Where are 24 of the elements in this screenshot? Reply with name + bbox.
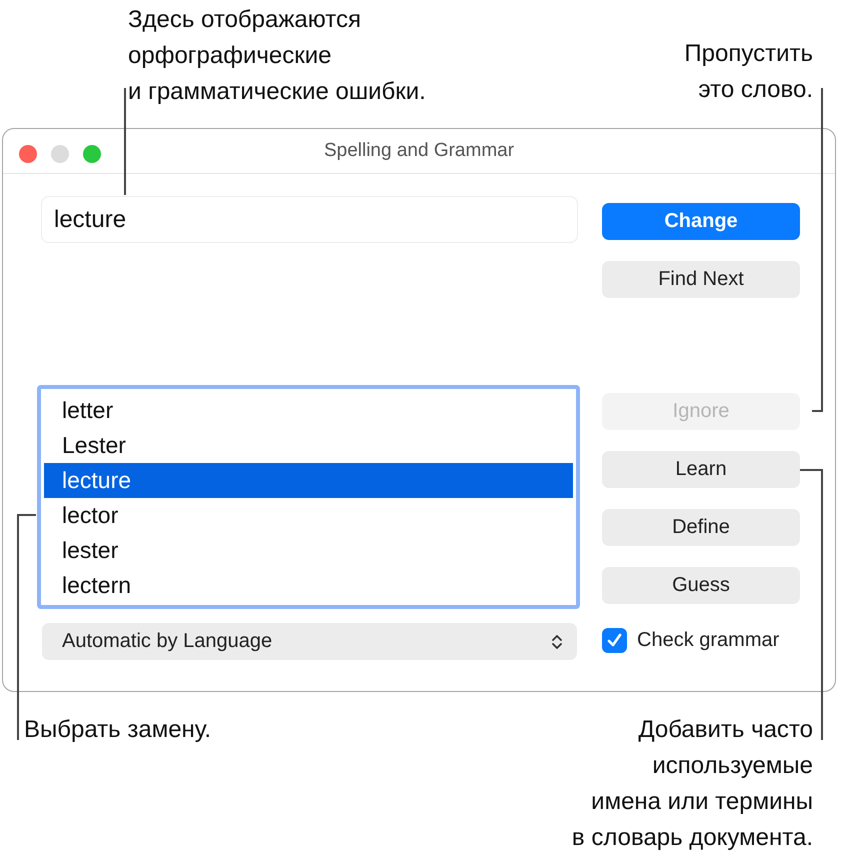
suggestion-item[interactable]: lecture xyxy=(44,463,573,498)
close-icon[interactable] xyxy=(19,145,37,163)
action-button[interactable]: Change xyxy=(602,203,800,240)
zoom-icon[interactable] xyxy=(83,145,101,163)
word-field[interactable]: lecture xyxy=(41,196,578,243)
callout-text: Пропустить это слово. xyxy=(684,39,813,105)
action-button[interactable]: Learn xyxy=(602,451,800,488)
grammar-checkbox[interactable] xyxy=(602,628,627,653)
language-popup[interactable]: Automatic by Language xyxy=(42,623,577,660)
action-button[interactable]: Guess xyxy=(602,567,800,604)
window-title: Spelling and Grammar xyxy=(324,140,514,162)
action-button[interactable]: Define xyxy=(602,509,800,546)
suggestion-item[interactable]: letter xyxy=(44,393,573,428)
callout-text: Добавить часто используемые имена или термины в словарь документа. xyxy=(572,715,813,853)
suggestion-item[interactable]: Lester xyxy=(44,428,573,463)
checkmark-icon xyxy=(606,632,623,649)
checkbox-label: Check grammar xyxy=(637,629,780,652)
callout-text: Выбрать замену. xyxy=(24,715,212,745)
action-button[interactable]: Find Next xyxy=(602,261,800,298)
suggestion-item[interactable]: lector xyxy=(44,498,573,533)
callout-text: Здесь отображаются орфографические и грамматические ошибки. xyxy=(128,5,426,107)
suggestion-item[interactable]: lectern xyxy=(44,568,573,603)
chevron-updown-icon xyxy=(551,632,563,650)
suggestion-item[interactable]: lester xyxy=(44,533,573,568)
